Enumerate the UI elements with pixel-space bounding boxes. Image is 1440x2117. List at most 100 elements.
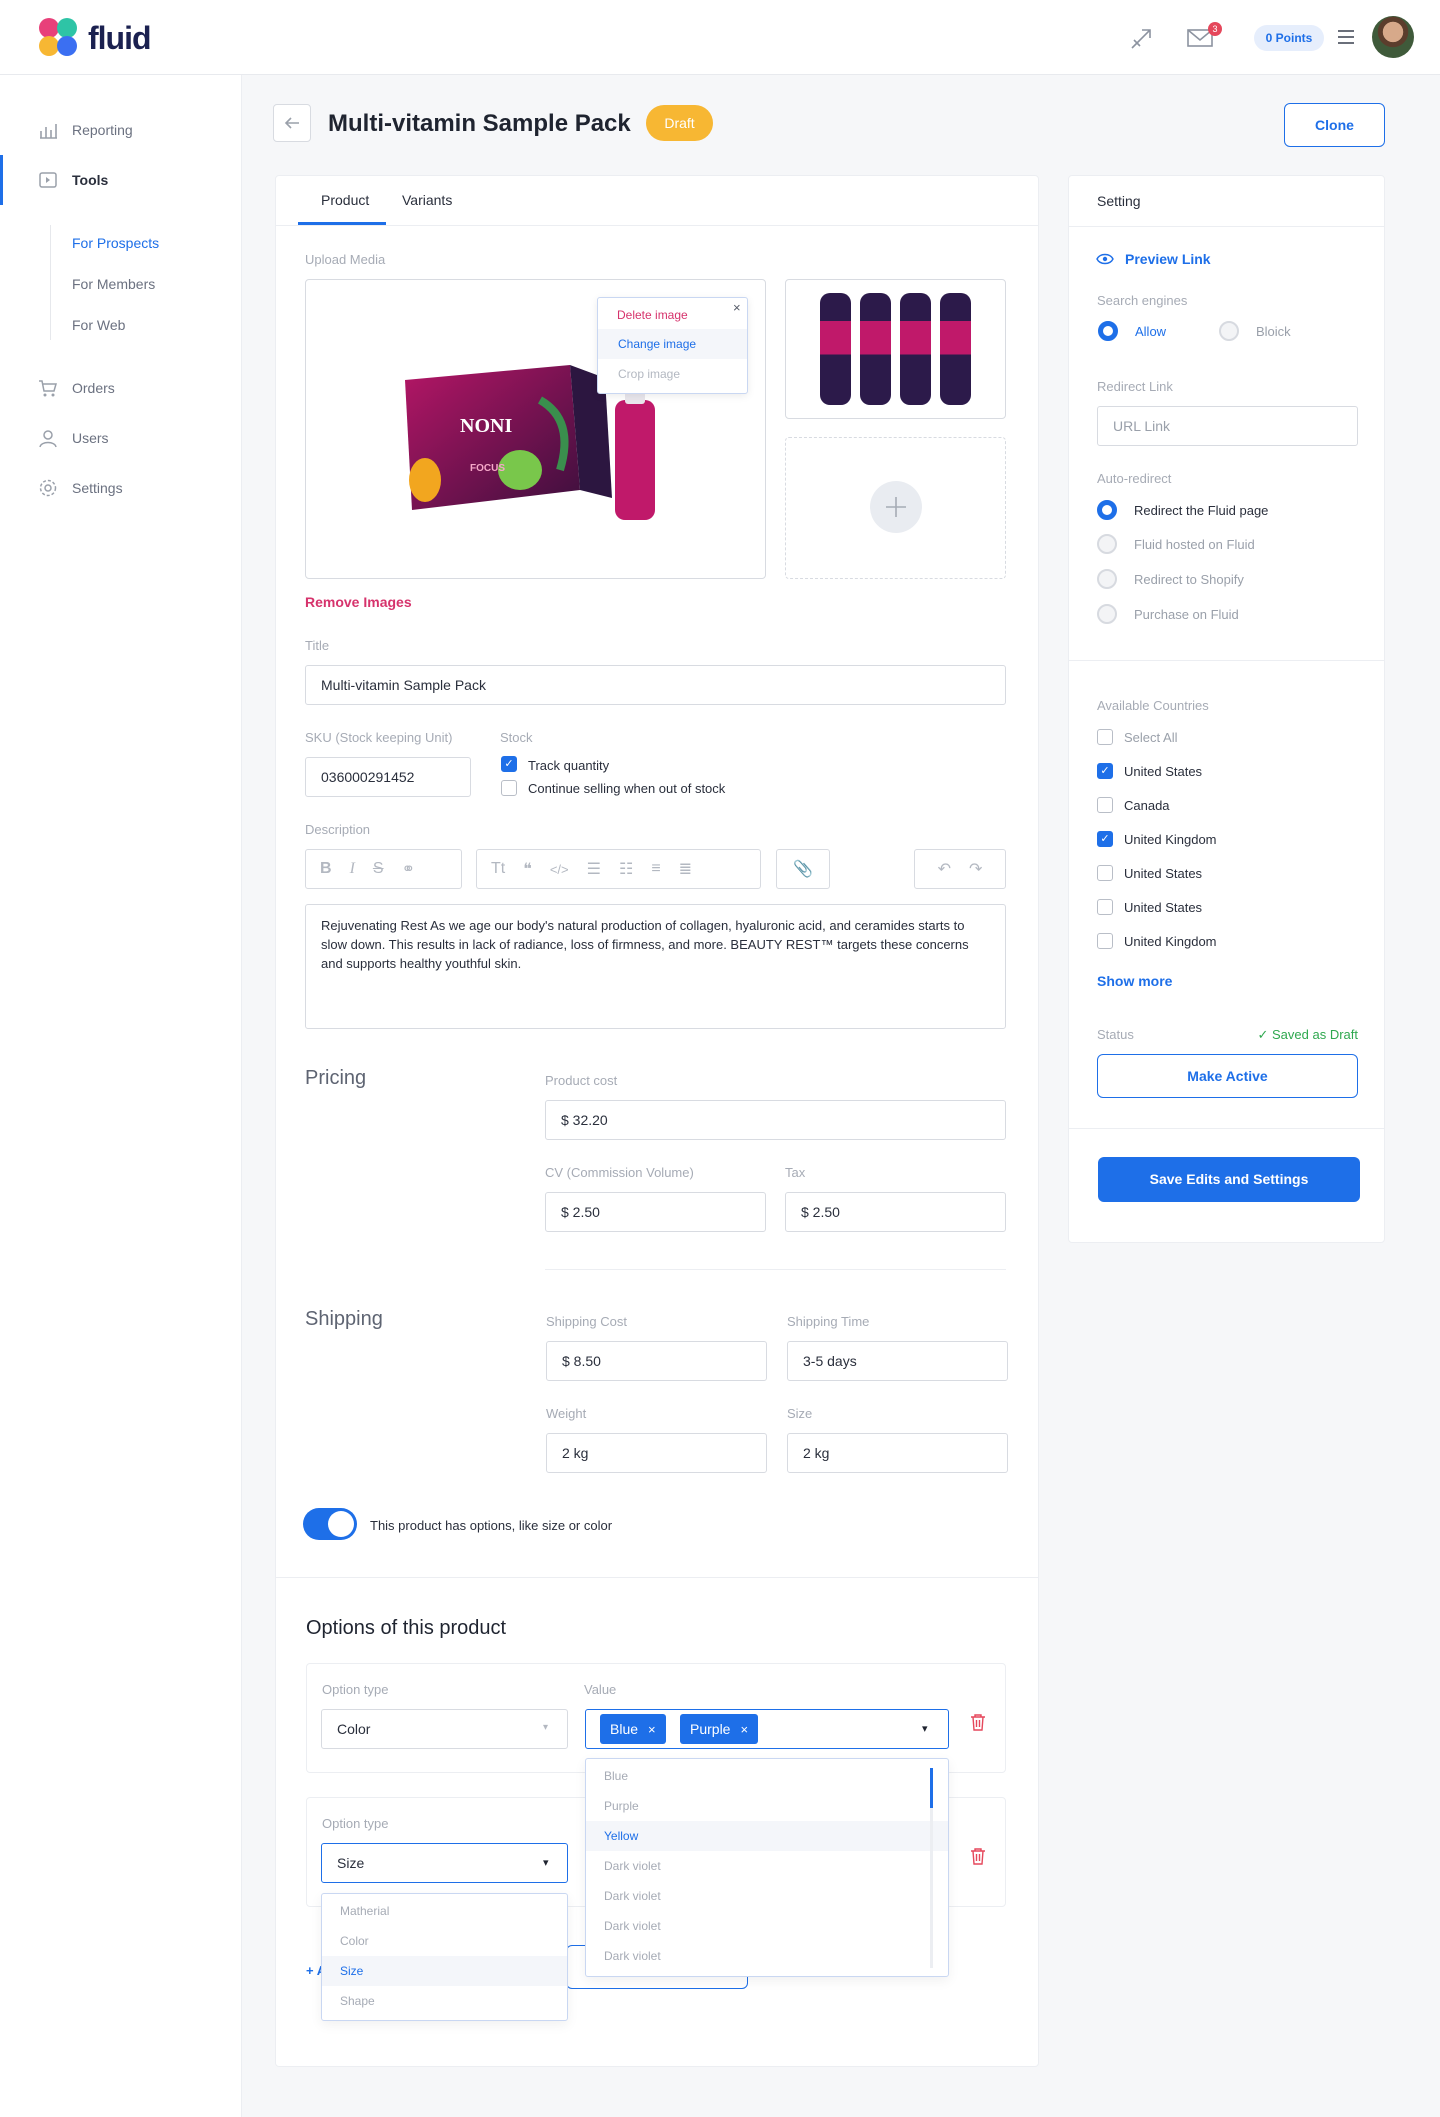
- trash-icon[interactable]: [970, 1713, 986, 1736]
- option-type-select[interactable]: Color: [321, 1709, 568, 1749]
- close-icon[interactable]: ×: [648, 1722, 656, 1737]
- chevron-down-icon[interactable]: ▾: [922, 1722, 928, 1735]
- country-checkbox[interactable]: [1097, 865, 1113, 881]
- sidebar-subitem-for-prospects[interactable]: For Prospects: [72, 235, 159, 251]
- option-type-select[interactable]: Size: [321, 1843, 568, 1883]
- value-tag-purple[interactable]: Purple ×: [680, 1714, 759, 1744]
- dropdown-option[interactable]: Purple: [586, 1791, 948, 1821]
- block-radio[interactable]: [1219, 321, 1239, 341]
- sidebar-item-tools[interactable]: Tools: [0, 155, 242, 205]
- country-checkbox[interactable]: ✓: [1097, 831, 1113, 847]
- sku-input[interactable]: 036000291452: [305, 757, 471, 797]
- weight-input[interactable]: 2 kg: [546, 1433, 767, 1473]
- status-badge: Draft: [646, 105, 713, 141]
- menu-crop-image[interactable]: Crop image: [618, 367, 680, 381]
- tab-variants[interactable]: Variants: [402, 192, 452, 208]
- country-label: United States: [1124, 866, 1203, 881]
- quote-icon[interactable]: ❝: [523, 859, 532, 879]
- tax-input[interactable]: $ 2.50: [785, 1192, 1006, 1232]
- tab-product[interactable]: Product: [321, 192, 369, 208]
- close-icon[interactable]: ×: [740, 1722, 748, 1737]
- dropdown-option[interactable]: Matherial: [322, 1896, 567, 1926]
- dropdown-option[interactable]: Dark violet: [586, 1911, 948, 1941]
- auto-redirect-radio-shopify[interactable]: [1097, 569, 1117, 589]
- points-badge[interactable]: 0 Points: [1254, 25, 1324, 51]
- allow-label: Allow: [1135, 324, 1167, 339]
- attachment-button[interactable]: 📎: [776, 849, 830, 889]
- save-edits-button[interactable]: Save Edits and Settings: [1098, 1157, 1360, 1202]
- remove-images-link[interactable]: Remove Images: [305, 594, 412, 610]
- auto-redirect-radio-fluid-hosted[interactable]: [1097, 534, 1117, 554]
- sidebar-item-settings[interactable]: Settings: [0, 463, 242, 513]
- dropdown-option[interactable]: Shape: [322, 1986, 567, 2016]
- redirect-link-input[interactable]: URL Link: [1097, 406, 1358, 446]
- history-toolbar: ↶ ↷: [914, 849, 1006, 889]
- bar-chart-icon: [40, 124, 57, 139]
- title-input[interactable]: Multi-vitamin Sample Pack: [305, 665, 1006, 705]
- country-checkbox[interactable]: [1097, 933, 1113, 949]
- trash-icon[interactable]: [970, 1847, 986, 1870]
- menu-delete-image[interactable]: Delete image: [617, 308, 688, 322]
- show-more-link[interactable]: Show more: [1097, 973, 1172, 989]
- allow-radio[interactable]: [1098, 321, 1118, 341]
- continue-selling-checkbox[interactable]: [501, 780, 517, 796]
- sidebar-item-orders[interactable]: Orders: [0, 363, 242, 413]
- make-active-button[interactable]: Make Active: [1097, 1054, 1358, 1098]
- bullet-list-icon[interactable]: ☰: [587, 859, 601, 879]
- track-quantity-checkbox[interactable]: ✓: [501, 756, 517, 772]
- avatar[interactable]: [1372, 16, 1414, 58]
- description-textarea[interactable]: Rejuvenating Rest As we age our body's n…: [305, 904, 1006, 1029]
- dropdown-option-highlighted[interactable]: Size: [322, 1956, 567, 1986]
- undo-icon[interactable]: ↶: [938, 859, 951, 879]
- numbered-list-icon[interactable]: ☷: [619, 859, 633, 879]
- redo-icon[interactable]: ↷: [969, 859, 982, 879]
- bold-icon[interactable]: B: [320, 860, 332, 878]
- dropdown-option[interactable]: Dark violet: [586, 1881, 948, 1911]
- value-tag-blue[interactable]: Blue ×: [600, 1714, 666, 1744]
- hamburger-icon[interactable]: [1336, 28, 1356, 46]
- preview-link[interactable]: Preview Link: [1125, 251, 1211, 267]
- dropdown-option[interactable]: Blue: [586, 1761, 948, 1791]
- code-icon[interactable]: </>: [550, 862, 569, 877]
- sidebar-item-users[interactable]: Users: [0, 413, 242, 463]
- product-cost-input[interactable]: $ 32.20: [545, 1100, 1006, 1140]
- country-checkbox[interactable]: [1097, 899, 1113, 915]
- shipping-cost-input[interactable]: $ 8.50: [546, 1341, 767, 1381]
- sidebar-item-reporting[interactable]: Reporting: [0, 105, 242, 155]
- shipping-time-label: Shipping Time: [787, 1314, 870, 1329]
- align-center-icon[interactable]: ≡: [651, 860, 660, 878]
- country-checkbox-select-all[interactable]: [1097, 729, 1113, 745]
- sidebar-subitem-for-members[interactable]: For Members: [72, 276, 155, 292]
- dropdown-option[interactable]: Color: [322, 1926, 567, 1956]
- options-toggle[interactable]: [303, 1508, 357, 1540]
- subnav-divider: [50, 225, 51, 340]
- close-icon[interactable]: ×: [733, 300, 741, 315]
- country-checkbox[interactable]: [1097, 797, 1113, 813]
- align-right-icon[interactable]: ≣: [679, 859, 692, 879]
- strikethrough-icon[interactable]: S: [373, 860, 384, 878]
- auto-redirect-radio-purchase[interactable]: [1097, 604, 1117, 624]
- clone-button[interactable]: Clone: [1284, 103, 1385, 147]
- fluid-logo[interactable]: fluid: [38, 18, 168, 58]
- thumbnail-image[interactable]: [785, 279, 1006, 419]
- dropdown-option[interactable]: Dark violet: [586, 1851, 948, 1881]
- size-input[interactable]: 2 kg: [787, 1433, 1008, 1473]
- link-icon[interactable]: ⚭: [402, 859, 415, 879]
- plus-icon[interactable]: [870, 481, 922, 533]
- country-checkbox[interactable]: ✓: [1097, 763, 1113, 779]
- back-button[interactable]: [273, 104, 311, 142]
- shipping-time-input[interactable]: 3-5 days: [787, 1341, 1008, 1381]
- cv-input[interactable]: $ 2.50: [545, 1192, 766, 1232]
- text-size-icon[interactable]: Tt: [491, 860, 505, 878]
- dropdown-option[interactable]: Dark violet: [586, 1941, 948, 1971]
- dropdown-scrollbar-thumb[interactable]: [930, 1768, 933, 1808]
- chevron-down-icon: ▾: [543, 1722, 549, 1733]
- italic-icon[interactable]: I: [350, 860, 355, 878]
- auto-redirect-radio-fluid-page[interactable]: [1097, 500, 1117, 520]
- sidebar-subitem-for-web[interactable]: For Web: [72, 317, 125, 333]
- sidebar-item-label: Settings: [72, 480, 123, 496]
- rocket-icon[interactable]: [1128, 22, 1158, 52]
- status-value: ✓ Saved as Draft: [1257, 1027, 1359, 1042]
- dropdown-option-highlighted[interactable]: Yellow: [586, 1821, 948, 1851]
- country-label: United States: [1124, 764, 1203, 779]
